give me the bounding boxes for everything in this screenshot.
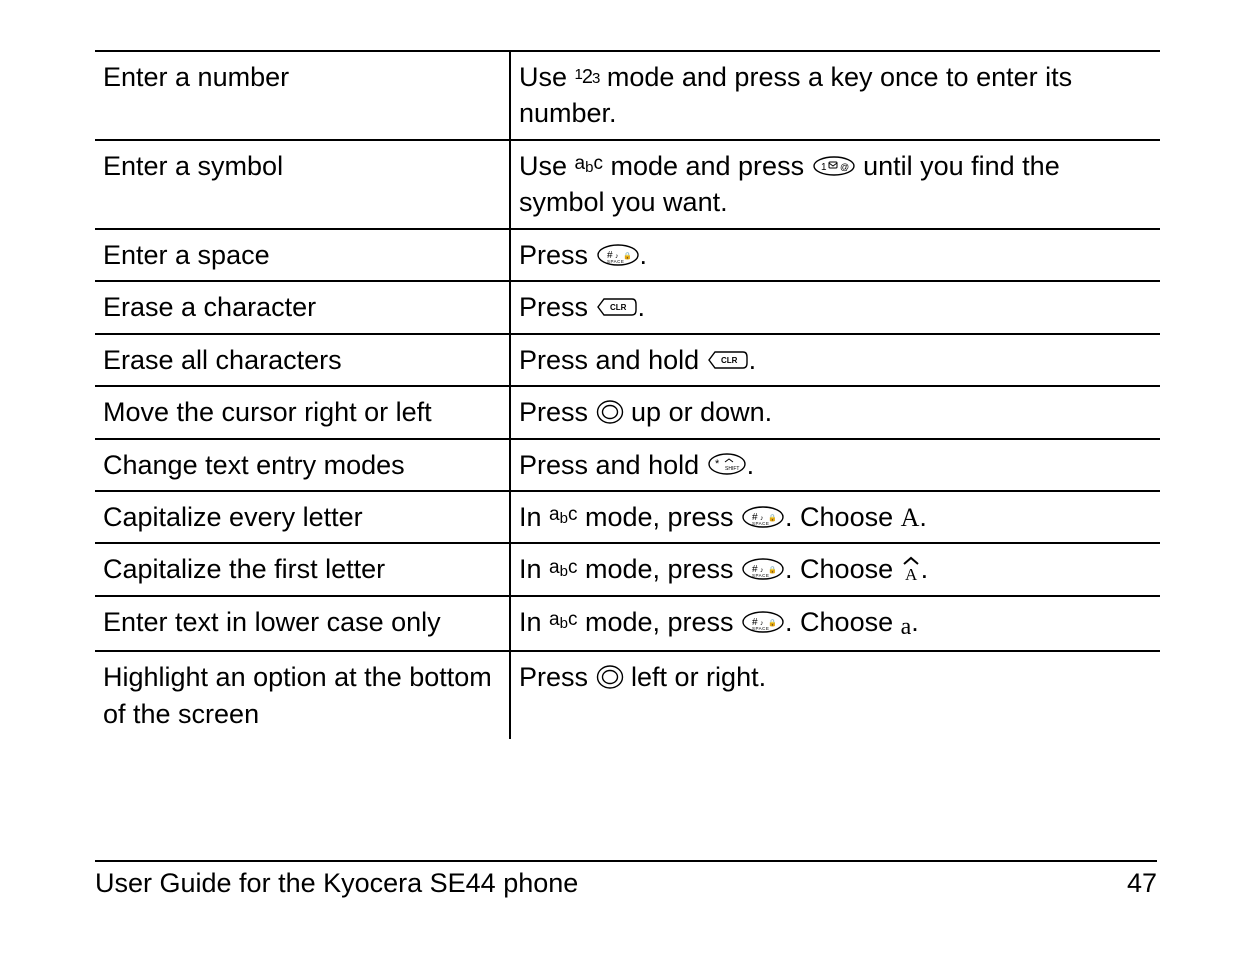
action-description: In abc mode, press . Choose A. [510, 491, 1160, 543]
page-footer: User Guide for the Kyocera SE44 phone 47 [95, 860, 1157, 899]
table-row: Enter a spacePress . [95, 229, 1160, 281]
table-row: Erase all charactersPress and hold . [95, 334, 1160, 386]
table-row: Capitalize the first letterIn abc mode, … [95, 543, 1160, 595]
nav-ring-icon [596, 665, 624, 689]
action-description: Use 123 mode and press a key once to ent… [510, 51, 1160, 140]
table-row: Erase a characterPress . [95, 281, 1160, 333]
table-row: Capitalize every letterIn abc mode, pres… [95, 491, 1160, 543]
action-label: Erase a character [95, 281, 510, 333]
mode-123-icon: 123 [575, 75, 600, 79]
action-description: Press left or right. [510, 651, 1160, 739]
action-description: Press . [510, 281, 1160, 333]
table-row: Enter a symbolUse abc mode and press unt… [95, 140, 1160, 229]
choose-uppercase-a-icon: A [901, 503, 920, 532]
action-description: Press and hold . [510, 334, 1160, 386]
action-label: Highlight an option at the bottom of the… [95, 651, 510, 739]
mode-abc-icon: abc [549, 514, 577, 519]
action-description: Press . [510, 229, 1160, 281]
action-description: Press up or down. [510, 386, 1160, 438]
footer-page-number: 47 [1127, 868, 1157, 899]
mode-abc-icon: abc [549, 567, 577, 572]
text-entry-table: Enter a numberUse 123 mode and press a k… [95, 50, 1160, 739]
choose-lowercase-a-icon: a [901, 614, 912, 640]
action-label: Enter text in lower case only [95, 596, 510, 651]
key-clr-icon [596, 296, 638, 318]
key-space-icon [741, 558, 785, 580]
key-clr-icon [707, 349, 749, 371]
footer-title: User Guide for the Kyocera SE44 phone [95, 868, 578, 899]
table-row: Enter a numberUse 123 mode and press a k… [95, 51, 1160, 140]
table-row: Move the cursor right or leftPress up or… [95, 386, 1160, 438]
key-shift-icon [707, 453, 747, 475]
table-row: Change text entry modesPress and hold . [95, 439, 1160, 491]
action-label: Move the cursor right or left [95, 386, 510, 438]
mode-abc-icon: abc [575, 163, 603, 168]
key-space-icon [596, 244, 640, 266]
action-label: Enter a space [95, 229, 510, 281]
action-label: Enter a number [95, 51, 510, 140]
key-space-icon [741, 611, 785, 633]
action-description: Press and hold . [510, 439, 1160, 491]
key-1-sym-icon [812, 156, 856, 176]
action-label: Capitalize the first letter [95, 543, 510, 595]
action-description: In abc mode, press . Choose a. [510, 596, 1160, 651]
table-row: Highlight an option at the bottom of the… [95, 651, 1160, 739]
choose-a-hat-icon [901, 556, 921, 582]
action-label: Change text entry modes [95, 439, 510, 491]
key-space-icon [741, 506, 785, 528]
action-label: Erase all characters [95, 334, 510, 386]
mode-abc-icon: abc [549, 619, 577, 624]
action-label: Capitalize every letter [95, 491, 510, 543]
action-description: In abc mode, press . Choose . [510, 543, 1160, 595]
table-row: Enter text in lower case onlyIn abc mode… [95, 596, 1160, 651]
action-label: Enter a symbol [95, 140, 510, 229]
action-description: Use abc mode and press until you find th… [510, 140, 1160, 229]
nav-ring-icon [596, 400, 624, 424]
